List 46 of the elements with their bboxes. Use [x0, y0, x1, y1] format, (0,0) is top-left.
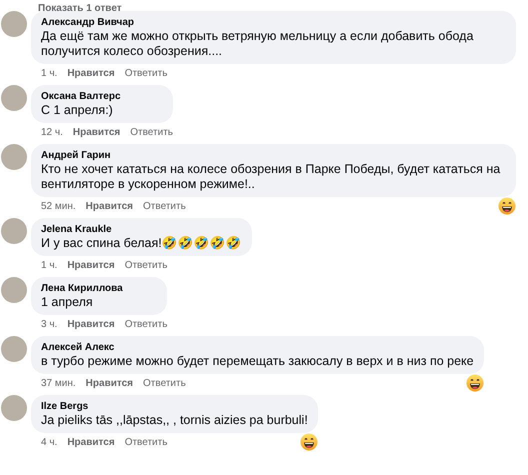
avatar-photo[interactable]: [1, 218, 27, 244]
timestamp[interactable]: 3 ч.: [41, 318, 58, 330]
like-link[interactable]: Нравится: [86, 378, 134, 388]
timestamp[interactable]: 4 ч.: [41, 436, 58, 448]
comment-text: 1 апреля: [41, 295, 94, 310]
author-name[interactable]: Андрей Гарин: [41, 149, 506, 162]
author-name[interactable]: Оксана Валтерс: [41, 90, 163, 103]
reply-link[interactable]: Ответить: [124, 260, 168, 270]
author-name[interactable]: Лена Кириллова: [41, 282, 158, 295]
avatar-photo[interactable]: [1, 85, 27, 111]
like-link[interactable]: Нравится: [72, 126, 120, 138]
timestamp[interactable]: 1 ч.: [41, 68, 58, 78]
like-link[interactable]: Нравится: [86, 200, 134, 212]
reply-link[interactable]: Ответить: [124, 318, 168, 330]
reply-link[interactable]: Ответить: [130, 126, 173, 138]
author-name[interactable]: Алексей Алекс: [41, 341, 474, 354]
avatar-photo[interactable]: [1, 336, 27, 362]
like-link[interactable]: Нравится: [67, 436, 115, 448]
timestamp[interactable]: 52 мин.: [41, 200, 76, 212]
comment-text: Ja pieliks tās ,,lāpstas,, , tornis aizies pa burbuli!: [41, 413, 308, 428]
author-name[interactable]: Ilze Bergs: [41, 400, 308, 413]
reply-link[interactable]: Ответить: [124, 68, 168, 78]
laughing-face-icon[interactable]: [498, 197, 516, 215]
avatar-photo[interactable]: [1, 11, 27, 37]
comment-text: Да ещё там же можно открыть ветряную мельницу а если добавить обода получится колесо обозрения....: [41, 29, 474, 59]
comment-text: Кто не хочет кататься на колесе обозрения в Парке Победы, будет кататься на вентиляторе в ускоренном режиме!..: [41, 162, 502, 192]
show-replies-link[interactable]: Показать 1 ответ: [38, 3, 122, 15]
avatar-photo[interactable]: [1, 277, 27, 303]
comment-text: в турбо режиме можно будет перемещать закюсалу в верх и в низ по реке: [41, 354, 474, 369]
avatar-photo[interactable]: [1, 144, 27, 170]
laughing-face-icon[interactable]: [300, 433, 318, 451]
like-link[interactable]: Нравится: [67, 318, 115, 330]
timestamp[interactable]: 12 ч.: [41, 126, 63, 138]
author-name[interactable]: Jelena Kraukle: [41, 223, 242, 236]
like-link[interactable]: Нравится: [67, 260, 115, 270]
avatar-photo[interactable]: [1, 395, 27, 421]
comment-text: И у вас спина белая!🤣🤣🤣🤣🤣: [41, 236, 242, 251]
author-name[interactable]: Александр Вивчар: [41, 16, 506, 29]
reply-link[interactable]: Ответить: [143, 378, 186, 388]
like-link[interactable]: Нравится: [67, 68, 115, 78]
timestamp[interactable]: 1 ч.: [41, 260, 58, 270]
reply-link[interactable]: Ответить: [143, 200, 186, 212]
reply-link[interactable]: Ответить: [124, 436, 168, 448]
timestamp[interactable]: 37 мин.: [41, 378, 76, 388]
comment-text: С 1 апреля:): [41, 103, 114, 118]
laughing-face-icon[interactable]: [466, 374, 484, 392]
